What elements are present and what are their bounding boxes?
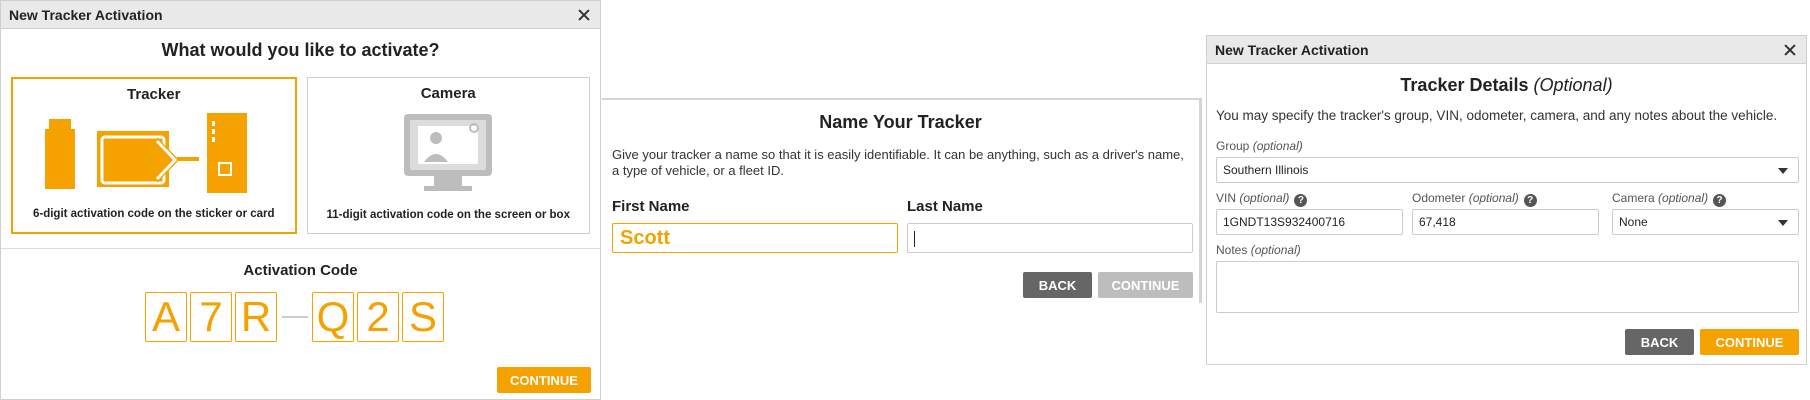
dialog-title: New Tracker Activation [1215, 41, 1369, 58]
back-button[interactable]: BACK [1625, 329, 1694, 355]
activation-code-input[interactable]: A 7 R Q 2 S [145, 292, 447, 342]
vin-value: 1GNDT13S932400716 [1223, 215, 1346, 229]
odometer-value: 67,418 [1419, 215, 1456, 229]
code-separator [282, 316, 308, 318]
name-tracker-dialog: Name Your Tracker Give your tracker a na… [602, 98, 1202, 303]
activation-code-label: Activation Code [243, 262, 358, 279]
camera-value: None [1619, 215, 1648, 229]
code-char-box[interactable]: S [402, 292, 444, 342]
chevron-down-icon [1778, 168, 1788, 174]
chevron-down-icon [1778, 220, 1788, 226]
camera-select[interactable]: None [1612, 209, 1799, 235]
close-icon[interactable] [576, 7, 592, 23]
code-char-box[interactable]: A [145, 292, 187, 342]
camera-device-icon [404, 114, 493, 191]
option-caption-camera: 11-digit activation code on the screen o… [326, 209, 570, 221]
continue-button[interactable]: CONTINUE [1098, 272, 1193, 298]
text-caret [914, 231, 915, 247]
heading-optional: (Optional) [1533, 75, 1613, 95]
continue-button[interactable]: CONTINUE [1700, 329, 1799, 355]
code-char-box[interactable]: R [235, 292, 277, 342]
help-icon[interactable]: ? [1294, 194, 1308, 207]
dialog-description: Give your tracker a name so that it is e… [612, 147, 1184, 178]
heading-text: Tracker Details [1400, 75, 1529, 95]
group-label: Group (optional) [1216, 139, 1303, 153]
tracker-details-dialog: New Tracker Activation Tracker Details (… [1206, 35, 1807, 365]
odometer-label: Odometer (optional)? [1412, 191, 1537, 207]
notes-textarea[interactable] [1216, 261, 1799, 313]
odometer-input[interactable]: 67,418 [1412, 209, 1599, 235]
close-icon[interactable] [1782, 42, 1798, 58]
dialog-title: New Tracker Activation [9, 6, 163, 23]
group-select[interactable]: Southern Illinois [1216, 157, 1799, 183]
dialog-heading: Name Your Tracker [819, 112, 982, 132]
option-card-camera[interactable]: Camera 11-digit activation code on the s… [306, 77, 590, 234]
vin-label: VIN (optional)? [1216, 191, 1308, 207]
notes-label: Notes (optional) [1216, 243, 1301, 257]
first-name-label: First Name [612, 198, 690, 215]
section-divider [1, 248, 600, 249]
vin-input[interactable]: 1GNDT13S932400716 [1216, 209, 1403, 235]
dialog-description: You may specify the tracker's group, VIN… [1216, 108, 1778, 123]
dialog-titlebar: New Tracker Activation [1207, 36, 1806, 64]
camera-label: Camera (optional)? [1612, 191, 1727, 207]
code-char-box[interactable]: Q [312, 292, 354, 342]
dialog-heading: Tracker Details (Optional) [1207, 75, 1806, 96]
group-value: Southern Illinois [1223, 163, 1309, 177]
option-title-tracker: Tracker [127, 86, 181, 103]
help-icon[interactable]: ? [1713, 194, 1727, 207]
activation-dialog: New Tracker Activation What would you li… [0, 0, 601, 400]
code-char-box[interactable]: 7 [190, 292, 232, 342]
activation-question: What would you like to activate? [161, 40, 440, 60]
first-name-value: Scott [620, 227, 670, 249]
option-card-tracker[interactable]: Tracker 6-digit activation code on the s… [11, 77, 297, 234]
code-char-box[interactable]: 2 [357, 292, 399, 342]
option-caption-tracker: 6-digit activation code on the sticker o… [32, 208, 275, 220]
dialog-titlebar: New Tracker Activation [1, 1, 600, 29]
last-name-label: Last Name [907, 198, 983, 215]
last-name-input[interactable] [907, 223, 1193, 253]
help-icon[interactable]: ? [1523, 194, 1537, 207]
continue-button[interactable]: CONTINUE [497, 367, 591, 393]
back-button[interactable]: BACK [1023, 272, 1092, 298]
tracker-device-icon [44, 113, 247, 193]
first-name-input[interactable]: Scott [612, 223, 898, 253]
option-title-camera: Camera [420, 85, 476, 102]
